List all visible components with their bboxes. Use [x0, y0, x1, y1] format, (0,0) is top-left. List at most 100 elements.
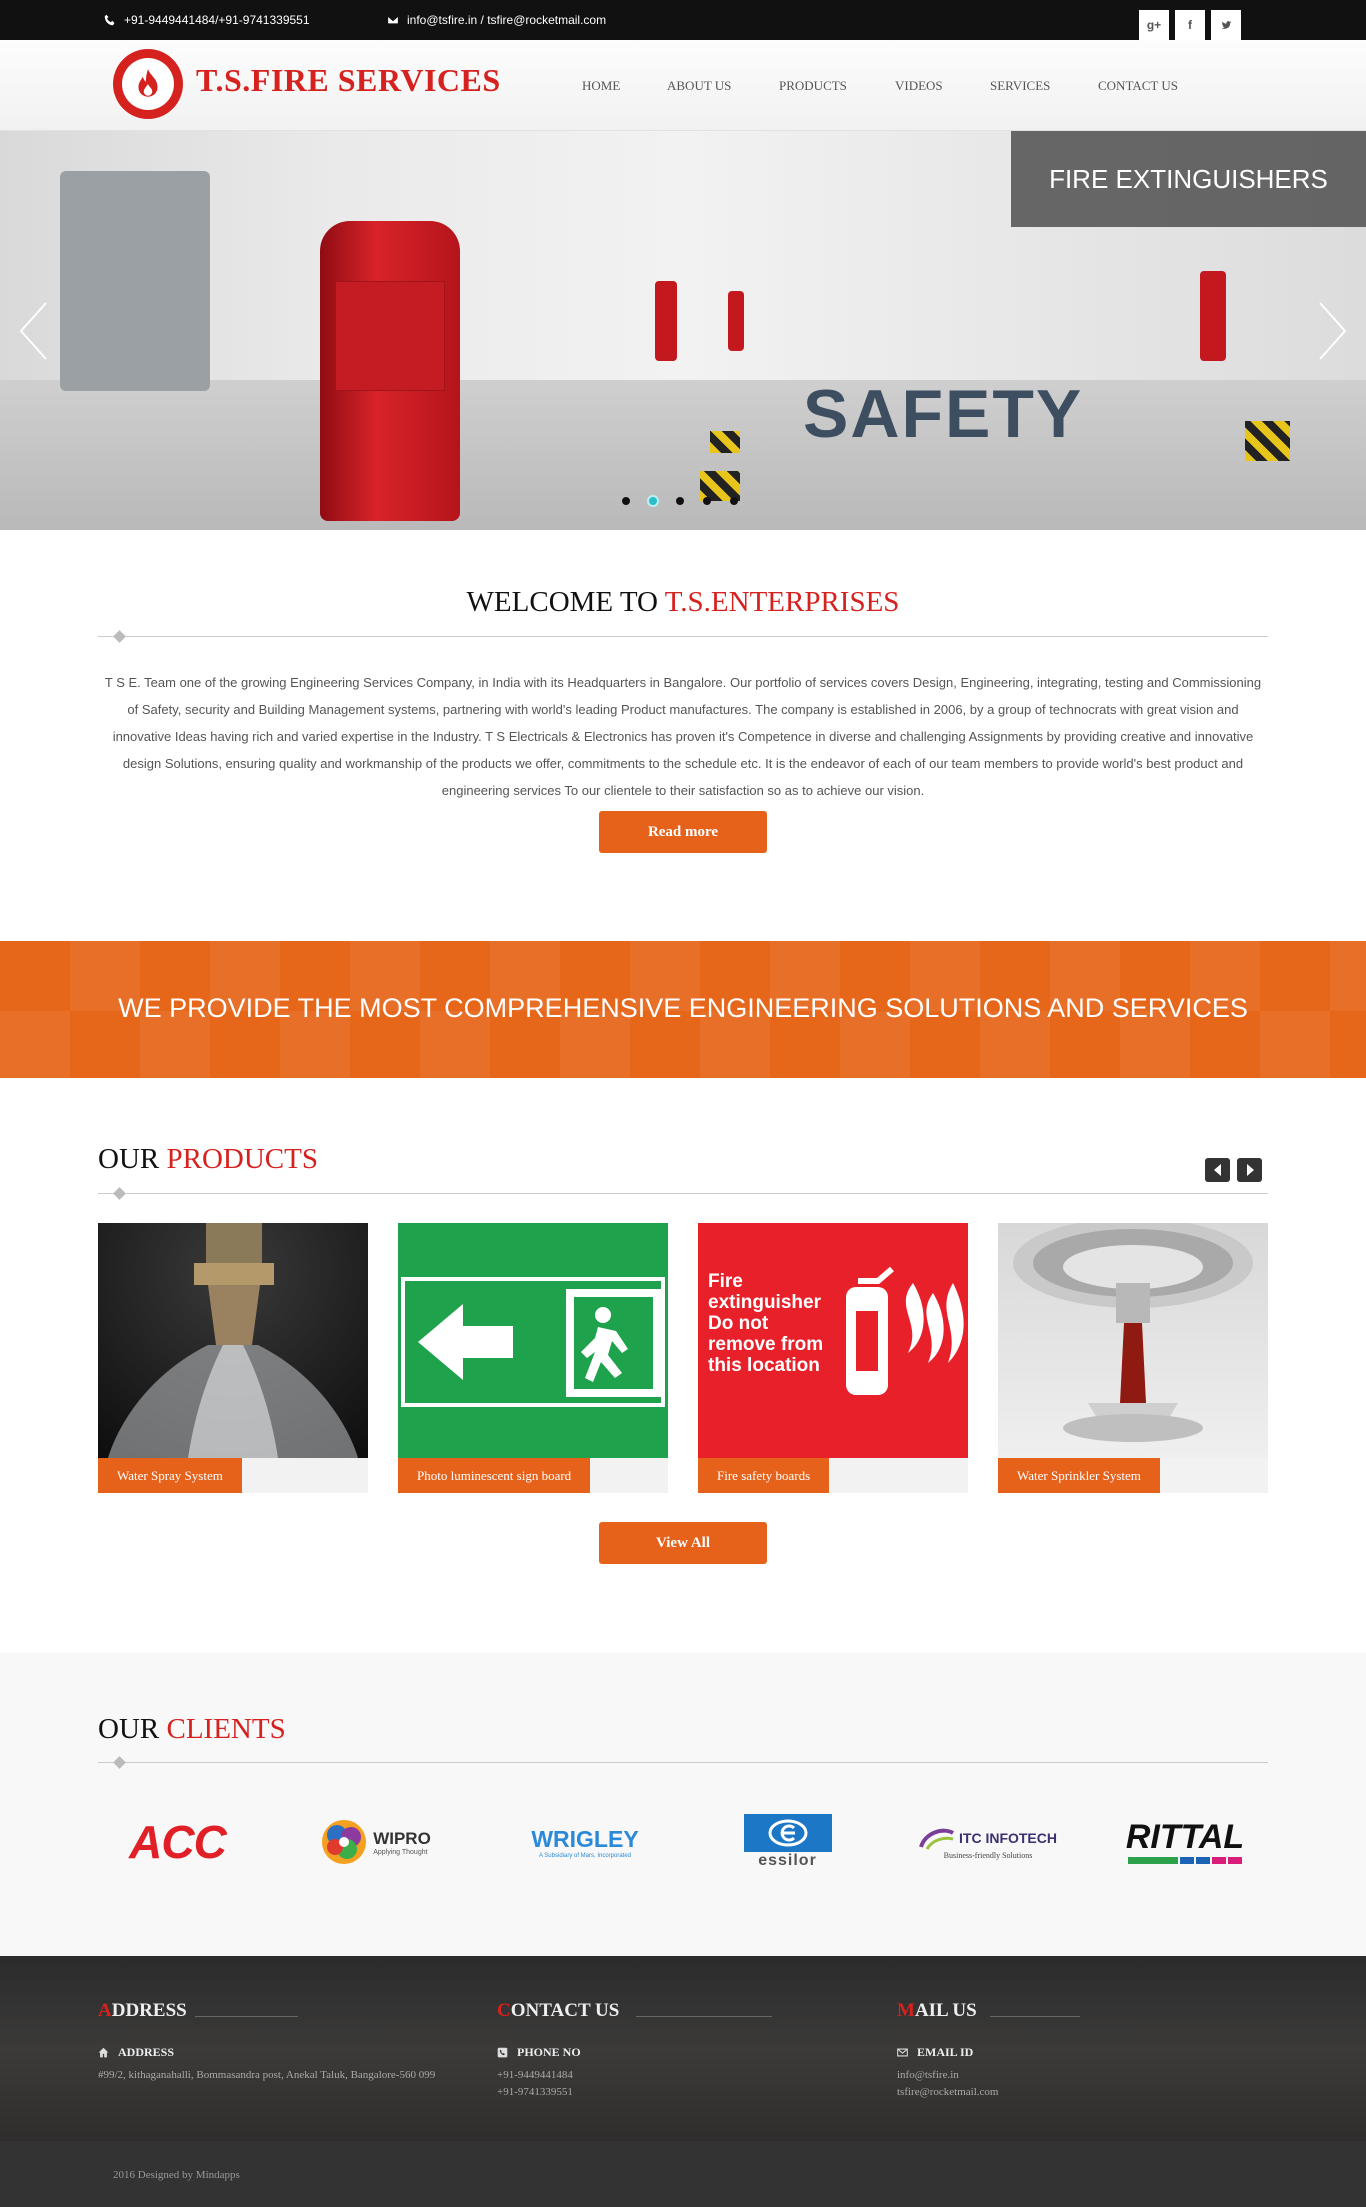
hero-extinguisher-label: [335, 281, 445, 391]
view-all-button[interactable]: View All: [599, 1522, 767, 1564]
footer-address-heading-first: A: [98, 2000, 112, 2021]
slider-next-arrow-icon[interactable]: [1318, 301, 1348, 361]
brand-name[interactable]: T.S.FIRE SERVICES: [196, 62, 501, 99]
client-logo-essilor[interactable]: essilor: [740, 1812, 835, 1872]
google-plus-icon[interactable]: g+: [1139, 10, 1169, 40]
products-title-highlight: PRODUCTS: [166, 1143, 318, 1175]
footer-heading-line: [636, 2016, 772, 2017]
services-banner: WE PROVIDE THE MOST COMPREHENSIVE ENGINE…: [0, 941, 1366, 1078]
client-logo-wipro[interactable]: WIPRO Applying Thought: [310, 1812, 440, 1872]
phone-square-icon: [497, 2047, 508, 2058]
top-bar: +91-9449441484/+91-9741339551 info@tsfir…: [0, 0, 1366, 40]
client-logo-wrigley[interactable]: WRIGLEY A Subsidiary of Mars, Incorporat…: [520, 1812, 650, 1872]
welcome-title-highlight: T.S.ENTERPRISES: [664, 586, 900, 618]
hero-extinguisher-small: [728, 291, 744, 351]
products-title-prefix: OUR: [98, 1143, 167, 1175]
topbar-phone-text: +91-9449441484/+91-9741339551: [124, 13, 310, 27]
wipro-tagline: Applying Thought: [373, 1848, 428, 1856]
copyright-text: 2016 Designed by Mindapps: [113, 2169, 240, 2181]
read-more-button[interactable]: Read more: [599, 811, 767, 853]
footer-address-text: #99/2, kithaganahalli, Bommasandra post,…: [98, 2069, 436, 2081]
wrigley-logo-text: WRIGLEY: [531, 1825, 639, 1852]
nav-home[interactable]: HOME: [582, 78, 620, 94]
twitter-icon[interactable]: [1211, 10, 1241, 40]
product-card[interactable]: Water Sprinkler System: [998, 1223, 1268, 1493]
hero-floor: [0, 380, 1366, 530]
wrigley-tagline: A Subsidiary of Mars, Incorporated: [538, 1852, 632, 1859]
nav-products[interactable]: PRODUCTS: [779, 78, 847, 94]
product-image-water-spray[interactable]: [98, 1223, 368, 1458]
essilor-logo-mark: [743, 1814, 832, 1852]
footer-email-2[interactable]: tsfire@rocketmail.com: [897, 2084, 998, 2101]
essilor-e-icon: [768, 1819, 807, 1847]
footer-heading-line: [195, 2016, 298, 2017]
footer-mail-sub: EMAIL ID: [897, 2045, 973, 2060]
rittal-color-bar: [1128, 1857, 1242, 1864]
divider-diamond: [113, 1187, 126, 1200]
product-label[interactable]: Water Spray System: [98, 1458, 242, 1493]
welcome-divider: [98, 636, 1268, 637]
product-label[interactable]: Fire safety boards: [698, 1458, 830, 1493]
phone-icon: [104, 14, 115, 26]
envelope-icon: [897, 2048, 908, 2057]
footer-heading-line: [990, 2016, 1080, 2017]
nav-services[interactable]: SERVICES: [990, 78, 1050, 94]
acc-logo-text: ACC: [129, 1816, 227, 1868]
slider-dot[interactable]: [622, 497, 630, 505]
welcome-body: T S E. Team one of the growing Engineeri…: [104, 675, 1262, 798]
client-logo-itc-infotech[interactable]: ITC INFOTECH Business-friendly Solutions: [918, 1812, 1058, 1872]
nav-contact-us[interactable]: CONTACT US: [1098, 78, 1178, 94]
topbar-email[interactable]: info@tsfire.in / tsfire@rocketmail.com: [387, 13, 606, 27]
footer-mail-lines: info@tsfire.in tsfire@rocketmail.com: [897, 2067, 998, 2101]
slider-dot-active[interactable]: [649, 497, 657, 505]
hero-image-text: SAFETY: [803, 376, 1084, 452]
product-image-sign-board[interactable]: [398, 1223, 668, 1458]
products-title: OUR PRODUCTS: [98, 1143, 318, 1176]
topbar-phone: +91-9449441484/+91-9741339551: [104, 13, 310, 27]
products-divider: [98, 1193, 1268, 1194]
nav-videos[interactable]: VIDEOS: [895, 78, 943, 94]
slide-caption: FIRE EXTINGUISHERS: [1011, 131, 1366, 227]
client-logo-rittal[interactable]: RITTAL: [1124, 1812, 1246, 1872]
sprinkler-head-icon: [1013, 1223, 1253, 1442]
product-label[interactable]: Photo luminescent sign board: [398, 1458, 591, 1493]
product-label[interactable]: Water Sprinkler System: [998, 1458, 1160, 1493]
footer-mail-heading: MAIL US: [897, 2000, 977, 2022]
footer-phone-1[interactable]: +91-9449441484: [497, 2067, 573, 2084]
slider-dot[interactable]: [676, 497, 684, 505]
client-logo-acc[interactable]: ACC: [120, 1812, 235, 1872]
itc-logo-row: ITC INFOTECH: [919, 1825, 1057, 1851]
clients-divider: [98, 1762, 1268, 1763]
nav-about-us[interactable]: ABOUT US: [667, 78, 731, 94]
chevron-left-icon: [1213, 1164, 1221, 1176]
sprinkler-nozzle-icon: [108, 1223, 358, 1458]
wipro-wordmark: WIPRO Applying Thought: [373, 1829, 431, 1856]
hero-wall-panel: [60, 171, 210, 391]
footer-contact-sub-label: PHONE NO: [517, 2045, 581, 2059]
slider-dot[interactable]: [730, 497, 738, 505]
products-prev-button[interactable]: [1205, 1158, 1230, 1182]
slider-dot[interactable]: [703, 497, 711, 505]
product-card[interactable]: Photo luminescent sign board: [398, 1223, 668, 1493]
product-card[interactable]: Fire extinguisher Do not remove from thi…: [698, 1223, 968, 1493]
product-image-fire-safety-board[interactable]: Fire extinguisher Do not remove from thi…: [698, 1223, 968, 1458]
flame-icon: [138, 69, 158, 97]
topbar-email-text[interactable]: info@tsfire.in / tsfire@rocketmail.com: [407, 13, 606, 27]
facebook-icon[interactable]: f: [1175, 10, 1205, 40]
site-header: T.S.FIRE SERVICES HOME ABOUT US PRODUCTS…: [0, 40, 1366, 131]
product-card[interactable]: Water Spray System: [98, 1223, 368, 1493]
rittal-logo-text: RITTAL: [1125, 1818, 1245, 1856]
welcome-title-prefix: WELCOME TO: [466, 586, 665, 618]
slider-prev-arrow-icon[interactable]: [18, 301, 48, 361]
footer-contact-heading-first: C: [497, 2000, 511, 2021]
exit-sign-icon: [401, 1277, 665, 1407]
footer-address-sub: ADDRESS: [98, 2045, 174, 2060]
product-image-sprinkler[interactable]: [998, 1223, 1268, 1458]
footer-email-1[interactable]: info@tsfire.in: [897, 2067, 998, 2084]
essilor-logo-text: essilor: [758, 1852, 817, 1869]
footer-address-heading: ADDRESS: [98, 2000, 187, 2022]
products-next-button[interactable]: [1237, 1158, 1262, 1182]
footer-phone-2[interactable]: +91-9741339551: [497, 2084, 573, 2101]
hero-slider[interactable]: SAFETY FIRE EXTINGUISHERS: [0, 131, 1366, 530]
logo-icon[interactable]: [113, 49, 183, 119]
